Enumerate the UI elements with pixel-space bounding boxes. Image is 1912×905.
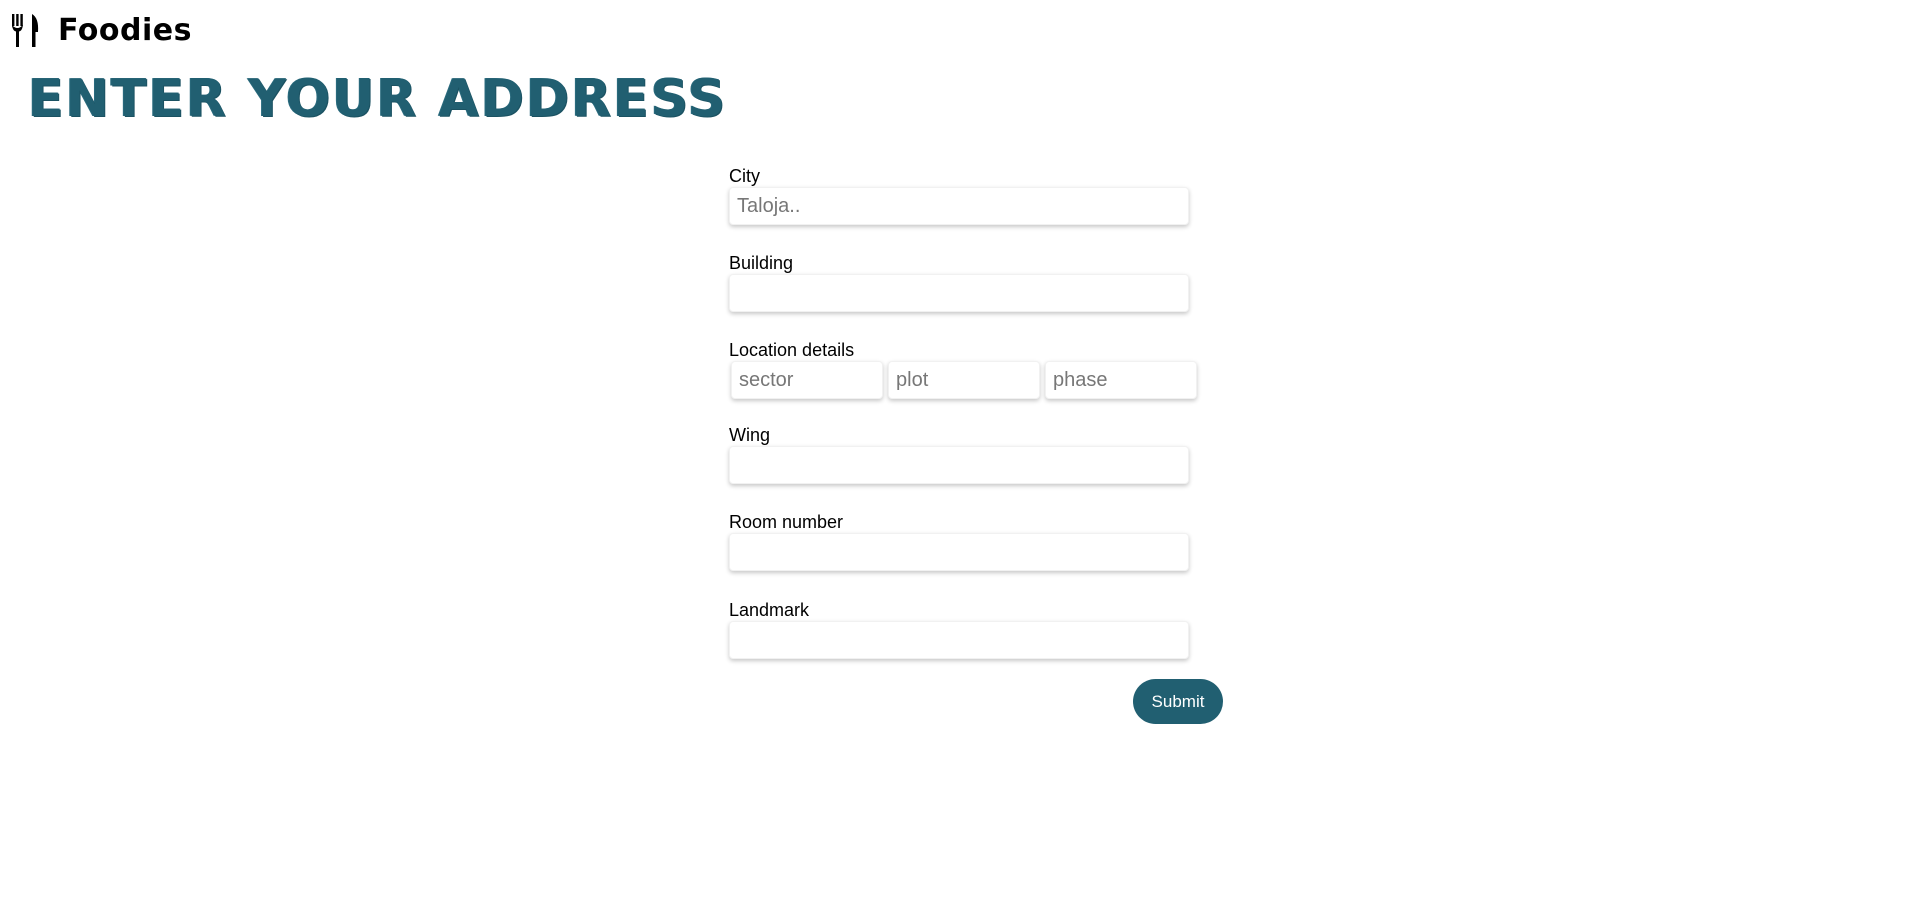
location-fields	[731, 361, 1229, 399]
brand: Foodies	[10, 10, 192, 50]
wing-group: Wing	[729, 424, 1229, 484]
location-group: Location details	[729, 339, 1229, 399]
submit-button[interactable]: Submit	[1133, 679, 1223, 724]
landmark-group: Landmark	[729, 599, 1229, 659]
plot-input[interactable]	[888, 361, 1040, 399]
city-label: City	[729, 166, 760, 186]
phase-input[interactable]	[1045, 361, 1197, 399]
room-number-input[interactable]	[729, 533, 1189, 571]
wing-label: Wing	[729, 425, 771, 445]
landmark-input[interactable]	[729, 621, 1189, 659]
sector-input[interactable]	[731, 361, 883, 399]
brand-name: Foodies	[58, 12, 192, 48]
page-title: ENTER YOUR ADDRESS	[28, 69, 728, 129]
fork-knife-icon	[10, 12, 44, 48]
wing-input[interactable]	[729, 446, 1189, 484]
room-label: Room number	[729, 512, 844, 532]
city-group: City	[729, 165, 1229, 225]
landmark-label: Landmark	[729, 600, 810, 620]
building-group: Building	[729, 252, 1229, 312]
room-group: Room number	[729, 511, 1229, 571]
location-label: Location details	[729, 340, 855, 360]
building-input[interactable]	[729, 274, 1189, 312]
city-input[interactable]	[729, 187, 1189, 225]
building-label: Building	[729, 253, 794, 273]
